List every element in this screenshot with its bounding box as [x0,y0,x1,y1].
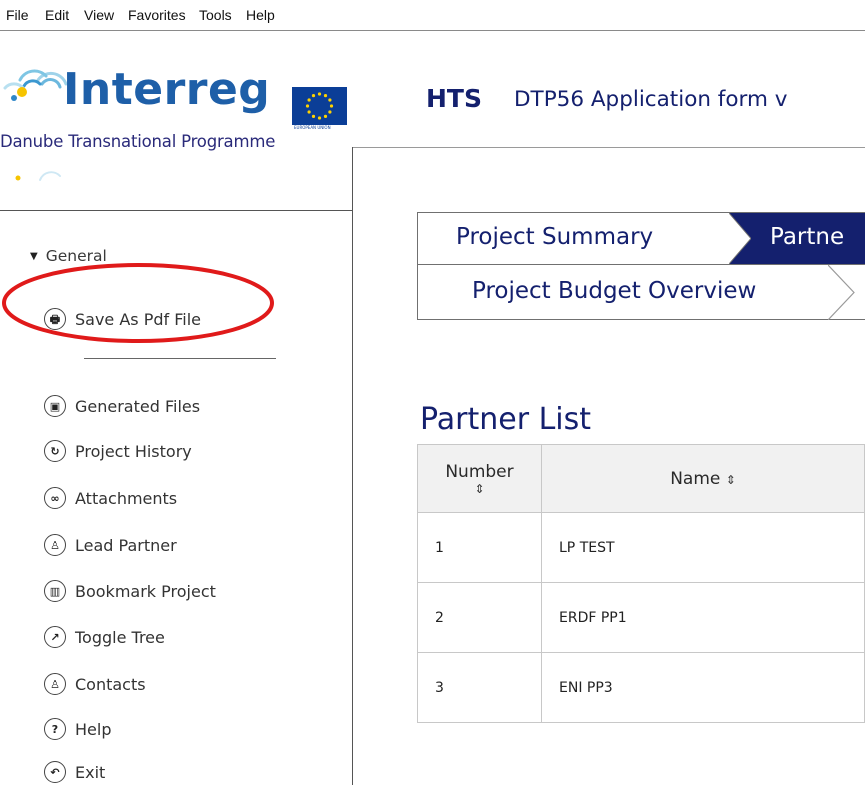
user-icon: ♙ [44,534,66,556]
page-title: DTP56 Application form v [514,87,788,112]
sidebar-item-help[interactable]: ? Help [44,716,111,742]
sidebar-item-project-history[interactable]: ↻ Project History [44,438,192,464]
sidebar-item-label: Save As Pdf File [75,309,202,329]
sidebar-item-label: Attachments [75,488,178,508]
sidebar-item-label: Contacts [75,674,146,694]
sidebar-item-label: Generated Files [75,396,201,416]
eu-flag-icon [292,87,347,125]
menu-view[interactable]: View [84,7,114,23]
red-highlight-ellipse [2,263,274,343]
sidebar-item-label: Toggle Tree [75,627,165,647]
sort-icon: ⇕ [725,472,736,487]
cell-number: 1 [417,512,542,583]
tab-partners[interactable]: Partne [770,224,844,250]
sidebar-item-label: Bookmark Project [75,581,216,601]
partner-table: Number ⇕ Name ⇕ 1 LP TEST 2 ERDF PP1 3 E… [417,444,865,723]
sidebar-item-attachments[interactable]: ∞ Attachments [44,485,177,511]
cell-number: 3 [417,652,542,723]
contacts-icon: ♙ [44,673,66,695]
tab-chevron-active [729,213,751,264]
tab-project-budget-overview[interactable]: Project Budget Overview [472,278,756,304]
eu-caption: EUROPEAN UNION [294,125,331,130]
sidebar-item-toggle-tree[interactable]: ↗ Toggle Tree [44,624,165,650]
partner-list-title: Partner List [420,402,592,437]
column-header-number[interactable]: Number ⇕ [417,444,542,513]
sidebar-separator [84,358,276,359]
column-header-label: Number [445,461,514,482]
cell-name: LP TEST [541,512,865,583]
menu-favorites[interactable]: Favorites [128,7,186,23]
sidebar-item-bookmark-project[interactable]: ▥ Bookmark Project [44,578,216,604]
sort-icon: ⇕ [474,481,485,496]
sidebar-item-label: Project History [75,441,192,461]
printer-icon: 🖶 [44,308,66,330]
table-row[interactable]: 1 LP TEST [417,512,865,583]
column-header-label: Name [670,468,721,489]
header-divider [353,147,865,148]
menu-help[interactable]: Help [246,7,275,23]
cell-name: ENI PP3 [541,652,865,723]
bookmark-icon: ▥ [44,580,66,602]
sidebar-item-label: Exit [75,762,106,782]
sidebar-top-divider [0,210,353,211]
table-row[interactable]: 3 ENI PP3 [417,652,865,723]
link-icon: ∞ [44,487,66,509]
sidebar-item-contacts[interactable]: ♙ Contacts [44,671,146,697]
cell-number: 2 [417,582,542,653]
save-icon: ▣ [44,395,66,417]
menu-edit[interactable]: Edit [45,7,69,23]
table-row[interactable]: 2 ERDF PP1 [417,582,865,653]
sidebar-item-label: Lead Partner [75,535,177,555]
column-header-name[interactable]: Name ⇕ [541,444,865,513]
menu-bar: File Edit View Favorites Tools Help [0,0,865,31]
menu-tools[interactable]: Tools [199,7,232,23]
cell-name: ERDF PP1 [541,582,865,653]
sidebar-group-label: General [45,247,107,265]
sidebar-item-exit[interactable]: ↶ Exit [44,759,105,785]
interreg-logo-text: Interreg [63,64,271,115]
sidebar-border [352,147,353,785]
sidebar-item-label: Help [75,719,112,739]
sidebar-group-general[interactable]: ▼ General [30,247,107,265]
history-icon: ↻ [44,440,66,462]
menu-file[interactable]: File [6,7,29,23]
sidebar-item-lead-partner[interactable]: ♙ Lead Partner [44,532,177,558]
external-link-icon: ↗ [44,626,66,648]
app-short-name: HTS [426,84,482,113]
caret-down-icon: ▼ [30,250,38,262]
help-icon: ? [44,718,66,740]
sidebar-item-save-as-pdf[interactable]: 🖶 Save As Pdf File [44,306,201,332]
sidebar-item-generated-files[interactable]: ▣ Generated Files [44,393,200,419]
tab-row-divider [417,264,865,265]
exit-icon: ↶ [44,761,66,783]
programme-subtitle: Danube Transnational Programme [0,132,276,151]
tab-chevron [828,265,855,320]
tab-project-summary[interactable]: Project Summary [456,224,653,250]
